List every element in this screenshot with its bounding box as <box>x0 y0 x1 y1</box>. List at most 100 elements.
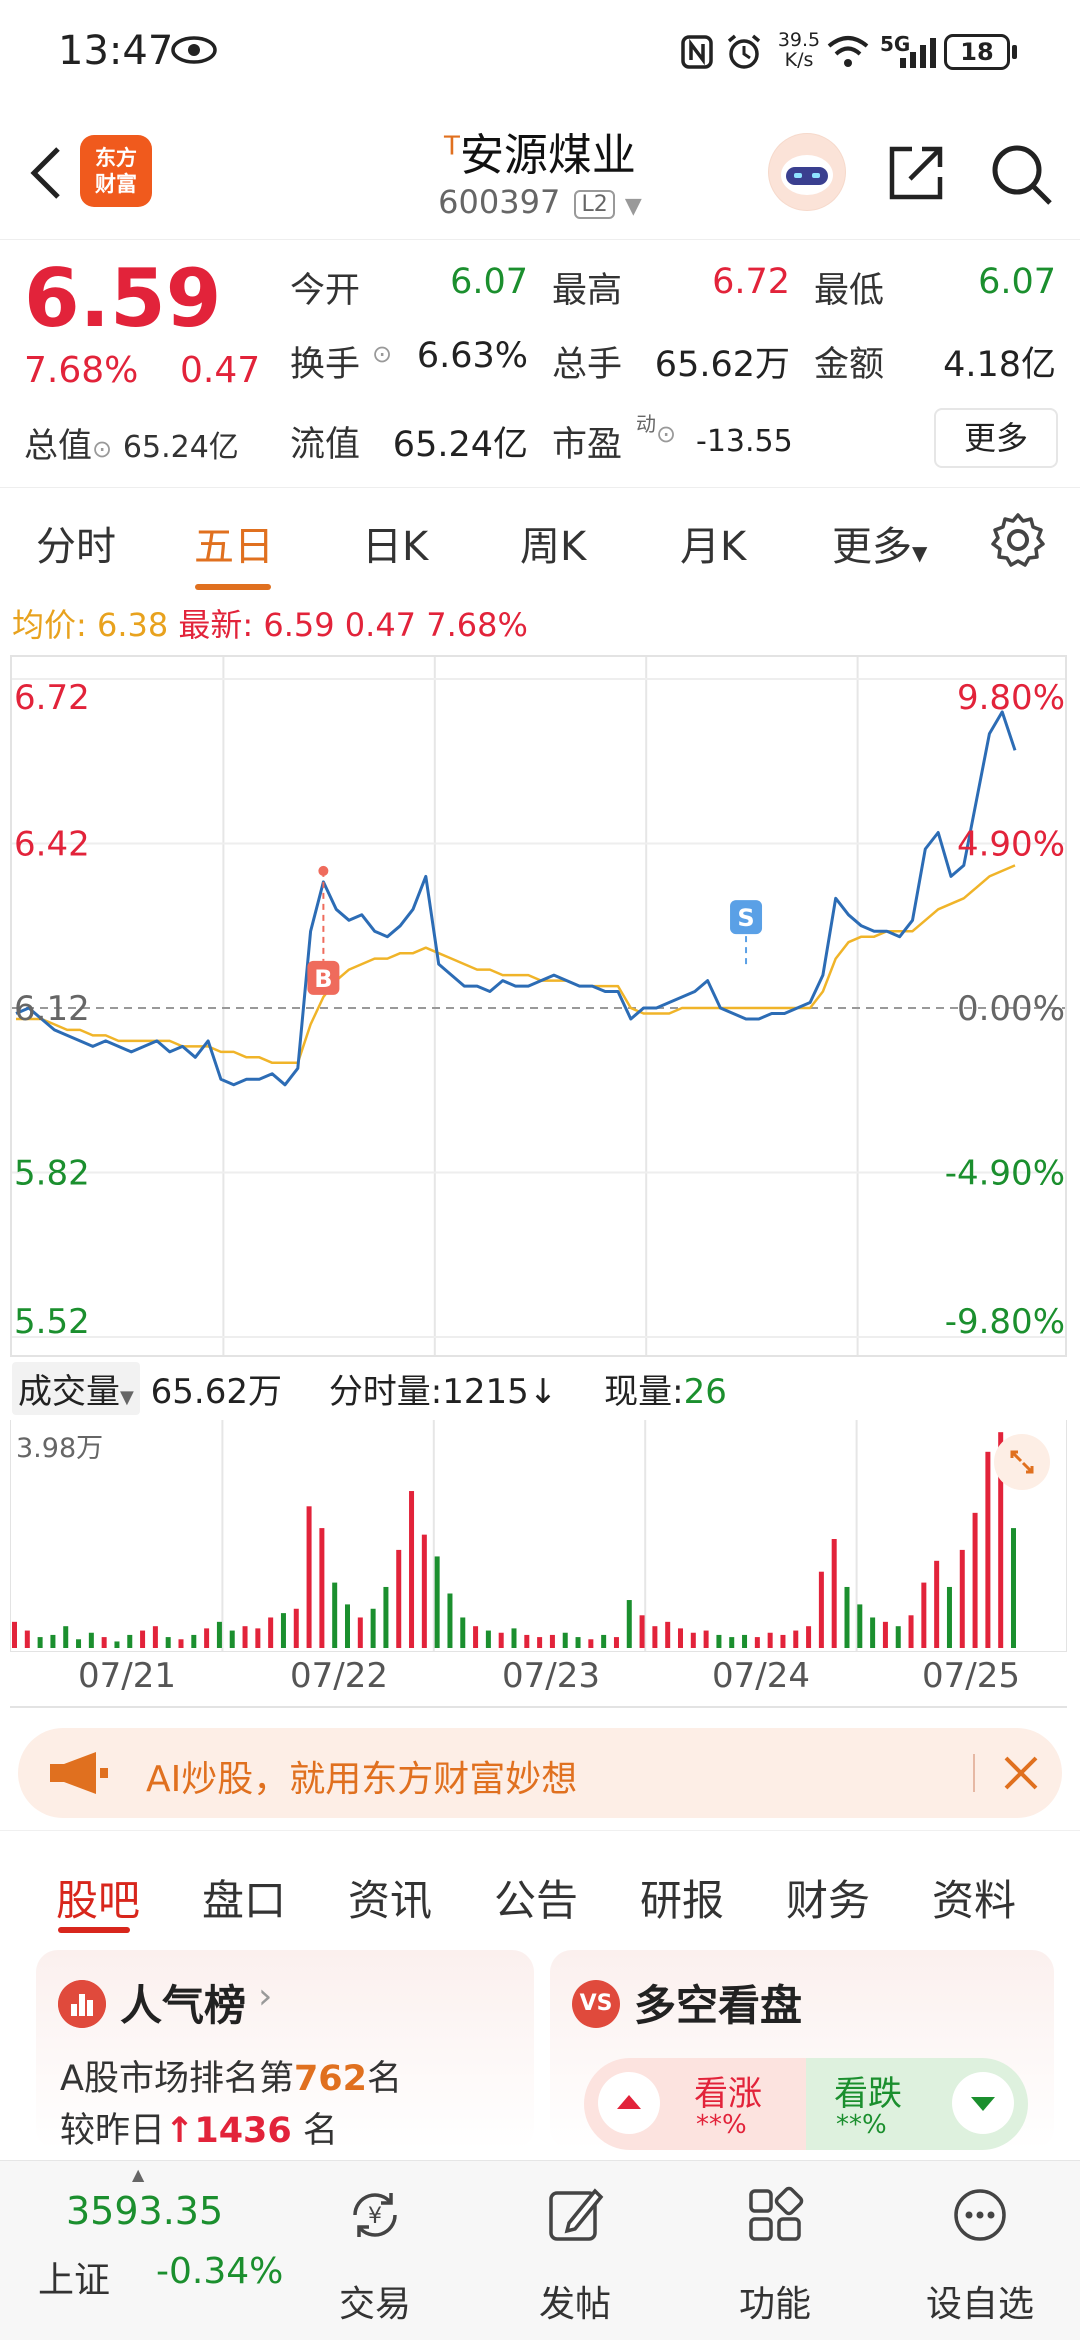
volume-bar <box>101 1637 107 1648</box>
latest-change-pct: 7.68% <box>426 606 528 644</box>
volume-bar <box>204 1628 210 1648</box>
volume-chart[interactable] <box>10 1420 1067 1652</box>
volume-bar <box>754 1637 760 1648</box>
share-icon[interactable] <box>884 141 948 205</box>
volume-bar <box>24 1630 30 1648</box>
volume-bar <box>767 1632 773 1648</box>
vote-bullish-button[interactable]: 看涨 **% <box>584 2058 806 2150</box>
volume-bar <box>357 1617 363 1648</box>
trade-icon: ¥ <box>353 2193 397 2237</box>
y-axis-label-right: -4.90% <box>945 1154 1065 1194</box>
tab-monthly-k[interactable]: 月K <box>680 514 746 572</box>
y-axis-label-left: 6.72 <box>14 678 90 718</box>
tab-more[interactable]: 更多▼ <box>832 514 927 572</box>
gear-icon[interactable] <box>990 512 1046 568</box>
avg-price-value: 6.38 <box>96 606 169 644</box>
avg-line-path <box>16 864 1016 1065</box>
vote-bearish-button[interactable]: 看跌 **% <box>806 2058 1028 2150</box>
volume-bar <box>140 1630 146 1648</box>
stock-name: 安源煤业 <box>459 130 636 181</box>
volume-bar <box>895 1626 901 1648</box>
nav-features[interactable]: 功能 <box>685 2161 865 2340</box>
volume-bar <box>242 1626 248 1648</box>
tab-weekly-k[interactable]: 周K <box>520 514 586 572</box>
volume-bar <box>575 1637 581 1648</box>
tab-announcements[interactable]: 公告 <box>494 1867 578 1928</box>
info-dots-icon[interactable]: ⊙ <box>656 420 676 448</box>
volume-bar <box>421 1534 427 1648</box>
index-value: 3593.35 <box>66 2189 224 2233</box>
volume-bar <box>524 1634 530 1648</box>
popularity-card[interactable]: 人气榜 › A股市场排名第762名 较昨日↑1436 名 <box>36 1950 534 2151</box>
ai-promo-banner[interactable]: AI炒股，就用东方财富妙想 <box>18 1728 1062 1818</box>
nav-post-label: 发帖 <box>538 2284 611 2325</box>
volume-indicator-select[interactable]: 成交量▼ <box>12 1362 140 1415</box>
rank-change-value: 1436 <box>194 2111 292 2151</box>
dropdown-triangle-icon: ▼ <box>120 1387 134 1408</box>
level2-badge: L2 <box>574 189 615 219</box>
volume-bar <box>306 1506 312 1648</box>
volume-bar <box>537 1637 543 1648</box>
rank-change-suffix: 名 <box>302 2111 338 2151</box>
info-dots-icon[interactable]: ⊙ <box>92 435 112 463</box>
volume-bar <box>473 1626 479 1648</box>
expand-icon[interactable] <box>994 1434 1050 1490</box>
tab-five-day[interactable]: 五日 <box>194 514 274 572</box>
five-day-price-chart[interactable]: B S 6.72 9.80% 6.42 4.90% 6.12 0.00% 5.82 -4.90%… <box>10 655 1067 1357</box>
network-speed: 39.5 K/s <box>776 30 822 70</box>
volume-bar <box>345 1604 350 1648</box>
avg-price-label: 均价: <box>12 606 87 644</box>
x-tick-date: 07/23 <box>502 1656 600 1696</box>
price-line <box>15 710 1017 1087</box>
volume-bar <box>152 1626 158 1648</box>
tab-pankou[interactable]: 盘口 <box>202 1867 286 1928</box>
volume-bar <box>396 1549 402 1648</box>
long-short-card[interactable]: VS 多空看盘 看涨 **% 看跌 **% <box>550 1950 1054 2150</box>
volume-bar <box>946 1586 952 1648</box>
stock-header: 东方 财富 T安源煤业 600397 L2 ▼ <box>0 105 1080 240</box>
tab-guba[interactable]: 股吧 <box>56 1867 140 1928</box>
tab-profile[interactable]: 资料 <box>932 1867 1016 1928</box>
bar-chart-icon <box>58 1980 106 2028</box>
index-ticker[interactable]: ▲ 3593.35 上证 -0.34% <box>0 2161 283 2340</box>
search-icon[interactable] <box>988 141 1054 207</box>
nfc-icon <box>681 35 713 69</box>
tab-intraday[interactable]: 分时 <box>36 514 116 572</box>
nav-trade[interactable]: ¥ 交易 <box>285 2161 465 2340</box>
y-axis-label-left: 5.52 <box>14 1302 90 1342</box>
tab-news[interactable]: 资讯 <box>348 1867 432 1928</box>
volume-bar <box>12 1621 17 1648</box>
tab-research[interactable]: 研报 <box>640 1867 724 1928</box>
nav-add-watchlist[interactable]: 设自选 <box>890 2161 1070 2340</box>
chart-grid <box>12 657 1065 1355</box>
network-speed-unit: K/s <box>784 49 814 71</box>
volume-bar <box>665 1621 671 1648</box>
active-tab-indicator <box>195 584 271 590</box>
volume-bar <box>460 1617 466 1648</box>
market-cap-row: 总值⊙ 65.24亿 <box>24 418 239 467</box>
divider <box>10 1706 1067 1708</box>
volume-bar <box>562 1632 568 1648</box>
volume-bar <box>703 1630 709 1648</box>
info-dots-icon[interactable]: ⊙ <box>372 340 392 368</box>
volume-header: 成交量▼ 65.62万 分时量:1215↓ 现量:26 <box>12 1362 1072 1420</box>
volume-bar <box>409 1491 415 1648</box>
more-quote-button[interactable]: 更多 <box>934 408 1058 468</box>
minute-volume-value: 1215 <box>442 1372 529 1412</box>
chevron-right-icon: › <box>258 1976 273 2017</box>
volume-bar <box>255 1628 261 1648</box>
volume-bar <box>972 1512 978 1648</box>
nav-post[interactable]: 发帖 <box>485 2161 665 2340</box>
tab-daily-k[interactable]: 日K <box>362 514 428 572</box>
banner-divider <box>973 1754 975 1792</box>
eye-icon <box>171 36 217 64</box>
volume-bar <box>498 1632 504 1648</box>
marker-dot <box>318 865 329 876</box>
caret-up-icon: ▲ <box>132 2165 145 2184</box>
tab-finance[interactable]: 财务 <box>786 1867 870 1928</box>
amount-label: 金额 <box>814 345 885 385</box>
close-icon[interactable] <box>998 1750 1044 1796</box>
ai-assistant-icon[interactable] <box>768 133 846 211</box>
battery-icon: 18 <box>944 34 1010 70</box>
megaphone-icon <box>50 1752 108 1794</box>
